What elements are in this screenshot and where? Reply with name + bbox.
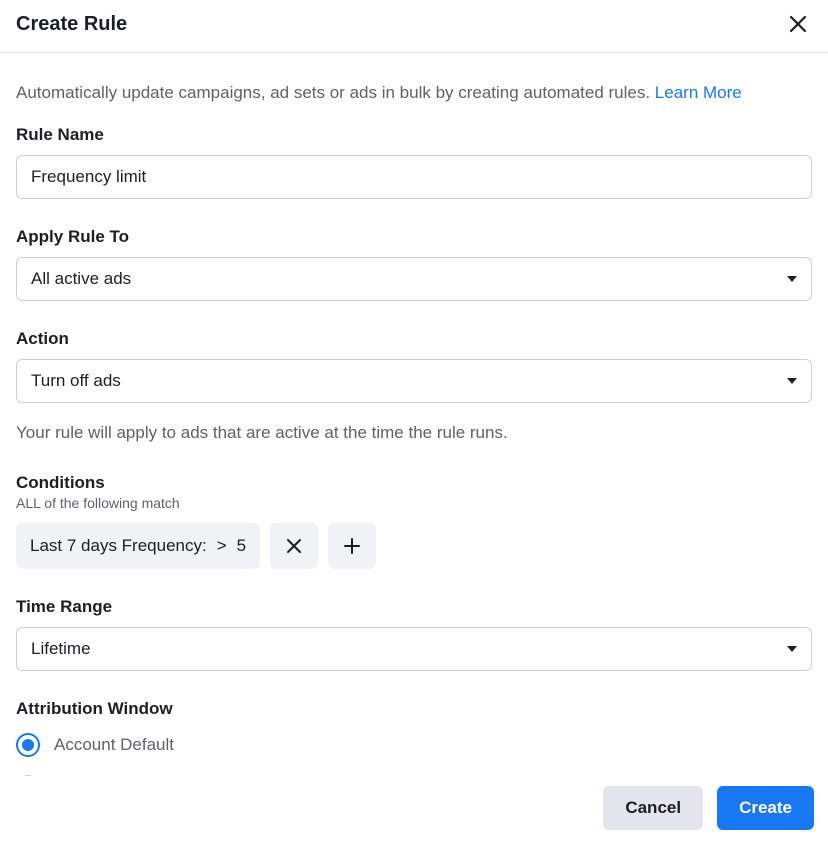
attribution-radio-group: Account Default Custom [16,733,812,776]
apply-to-label: Apply Rule To [16,227,812,247]
caret-down-icon [787,276,797,282]
condition-chip[interactable]: Last 7 days Frequency: > 5 [16,523,260,569]
condition-value: 5 [237,536,246,556]
learn-more-link[interactable]: Learn More [655,83,742,102]
time-range-section: Time Range Lifetime [16,597,812,671]
apply-to-select[interactable]: All active ads [16,257,812,301]
rule-name-input[interactable] [16,155,812,199]
remove-condition-button[interactable] [270,523,318,569]
attribution-option-default[interactable]: Account Default [16,733,812,757]
rule-note: Your rule will apply to ads that are act… [16,423,812,443]
caret-down-icon [787,646,797,652]
action-section: Action Turn off ads [16,329,812,403]
modal-header: Create Rule [0,0,828,53]
action-value: Turn off ads [31,371,121,391]
condition-field: Last 7 days Frequency: [30,536,207,556]
intro-text: Automatically update campaigns, ad sets … [16,83,812,103]
conditions-section: Conditions ALL of the following match La… [16,473,812,569]
x-icon [286,538,302,554]
time-range-value: Lifetime [31,639,91,659]
rule-name-label: Rule Name [16,125,812,145]
close-icon [788,14,808,34]
condition-operator: > [217,536,227,556]
time-range-label: Time Range [16,597,812,617]
condition-row: Last 7 days Frequency: > 5 [16,523,812,569]
radio-indicator [16,733,40,757]
time-range-select[interactable]: Lifetime [16,627,812,671]
create-rule-modal: Create Rule Automatically update campaig… [0,0,828,842]
conditions-label: Conditions [16,473,812,493]
attribution-window-label: Attribution Window [16,699,812,719]
cancel-button[interactable]: Cancel [603,786,703,830]
action-label: Action [16,329,812,349]
conditions-sublabel: ALL of the following match [16,495,812,511]
attribution-window-section: Attribution Window Account Default Custo… [16,699,812,776]
intro-text-body: Automatically update campaigns, ad sets … [16,83,655,102]
caret-down-icon [787,378,797,384]
apply-to-value: All active ads [31,269,131,289]
modal-footer: Cancel Create [0,776,828,842]
add-condition-button[interactable] [328,523,376,569]
plus-icon [344,538,360,554]
modal-title: Create Rule [16,13,127,36]
action-select[interactable]: Turn off ads [16,359,812,403]
modal-body: Automatically update campaigns, ad sets … [0,53,828,776]
close-button[interactable] [784,10,812,38]
rule-name-section: Rule Name [16,125,812,199]
apply-to-section: Apply Rule To All active ads [16,227,812,301]
create-button[interactable]: Create [717,786,814,830]
radio-label: Account Default [54,735,174,755]
